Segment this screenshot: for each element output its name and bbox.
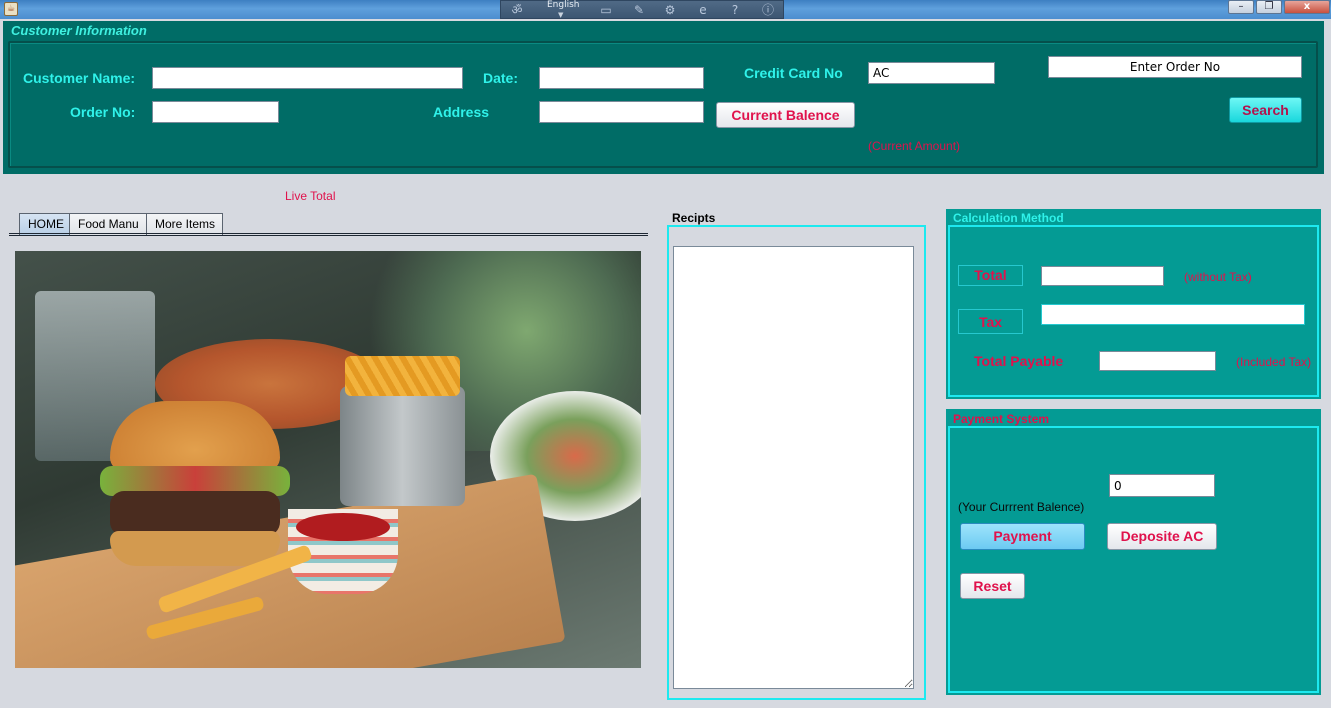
- current-balance-label: (Your Currrent Balence): [958, 500, 1085, 514]
- receipts-title: Recipts: [672, 211, 716, 225]
- pen-icon[interactable]: ✎: [631, 2, 647, 18]
- ime-input-icon[interactable]: ॐ: [509, 2, 525, 18]
- language-toolbar[interactable]: ॐ English ▼ ▭ ✎ ⚙ e ? ⓘ: [500, 0, 784, 19]
- payment-button[interactable]: Payment: [960, 523, 1085, 550]
- receipts-textarea[interactable]: [673, 246, 914, 689]
- address-input[interactable]: [539, 101, 704, 123]
- order-search-input[interactable]: [1048, 56, 1302, 78]
- gear-icon[interactable]: ⚙: [662, 2, 678, 18]
- payment-title: Payment System: [953, 412, 1050, 426]
- order-no-label: Order No:: [70, 104, 136, 120]
- customer-name-label: Customer Name:: [23, 70, 136, 86]
- customer-info-panel: Customer Information: [3, 21, 1324, 174]
- total-payable-input[interactable]: [1099, 351, 1216, 371]
- customer-info-title: Customer Information: [11, 23, 147, 38]
- total-payable-label: Total Payable: [974, 353, 1064, 369]
- total-without-tax-hint: (without Tax): [1184, 270, 1252, 284]
- address-label: Address: [433, 104, 490, 120]
- date-input[interactable]: [539, 67, 704, 89]
- credit-card-label: Credit Card No: [744, 65, 843, 81]
- tab-divider: [9, 233, 648, 236]
- browser-e-icon[interactable]: e: [695, 2, 711, 18]
- tax-input[interactable]: [1041, 304, 1305, 325]
- credit-card-input[interactable]: [868, 62, 995, 84]
- current-balance-button[interactable]: Current Balence: [716, 102, 855, 128]
- tax-label: Tax: [958, 309, 1023, 334]
- java-app-icon[interactable]: ☕: [4, 2, 18, 16]
- ime-language-label[interactable]: English: [547, 0, 580, 10]
- tab-more-items[interactable]: More Items: [146, 213, 224, 235]
- help-icon[interactable]: ?: [727, 2, 743, 18]
- balance-input[interactable]: [1109, 474, 1215, 497]
- minimize-button[interactable]: –: [1228, 0, 1254, 14]
- current-amount-hint: (Current Amount): [868, 139, 961, 153]
- payment-border: [948, 426, 1319, 693]
- keyboard-icon[interactable]: ▭: [598, 2, 614, 18]
- customer-name-input[interactable]: [152, 67, 463, 89]
- deposit-ac-button[interactable]: Deposite AC: [1107, 523, 1217, 550]
- date-label: Date:: [483, 70, 519, 86]
- food-photo: [15, 251, 641, 668]
- close-button[interactable]: x: [1284, 0, 1330, 14]
- calculation-title: Calculation Method: [953, 211, 1064, 225]
- tab-food-manu[interactable]: Food Manu: [69, 213, 147, 235]
- total-label: Total: [958, 265, 1023, 286]
- order-no-input[interactable]: [152, 101, 279, 123]
- total-input[interactable]: [1041, 266, 1164, 286]
- tab-home[interactable]: HOME: [19, 213, 72, 235]
- search-button[interactable]: Search: [1229, 97, 1302, 123]
- maximize-button[interactable]: ❐: [1256, 0, 1282, 14]
- total-included-tax-hint: (Included Tax): [1236, 355, 1312, 369]
- chevron-down-icon[interactable]: ▼: [558, 11, 563, 19]
- live-total-label: Live Total: [285, 189, 336, 203]
- info-icon[interactable]: ⓘ: [760, 2, 776, 18]
- reset-button[interactable]: Reset: [960, 573, 1025, 599]
